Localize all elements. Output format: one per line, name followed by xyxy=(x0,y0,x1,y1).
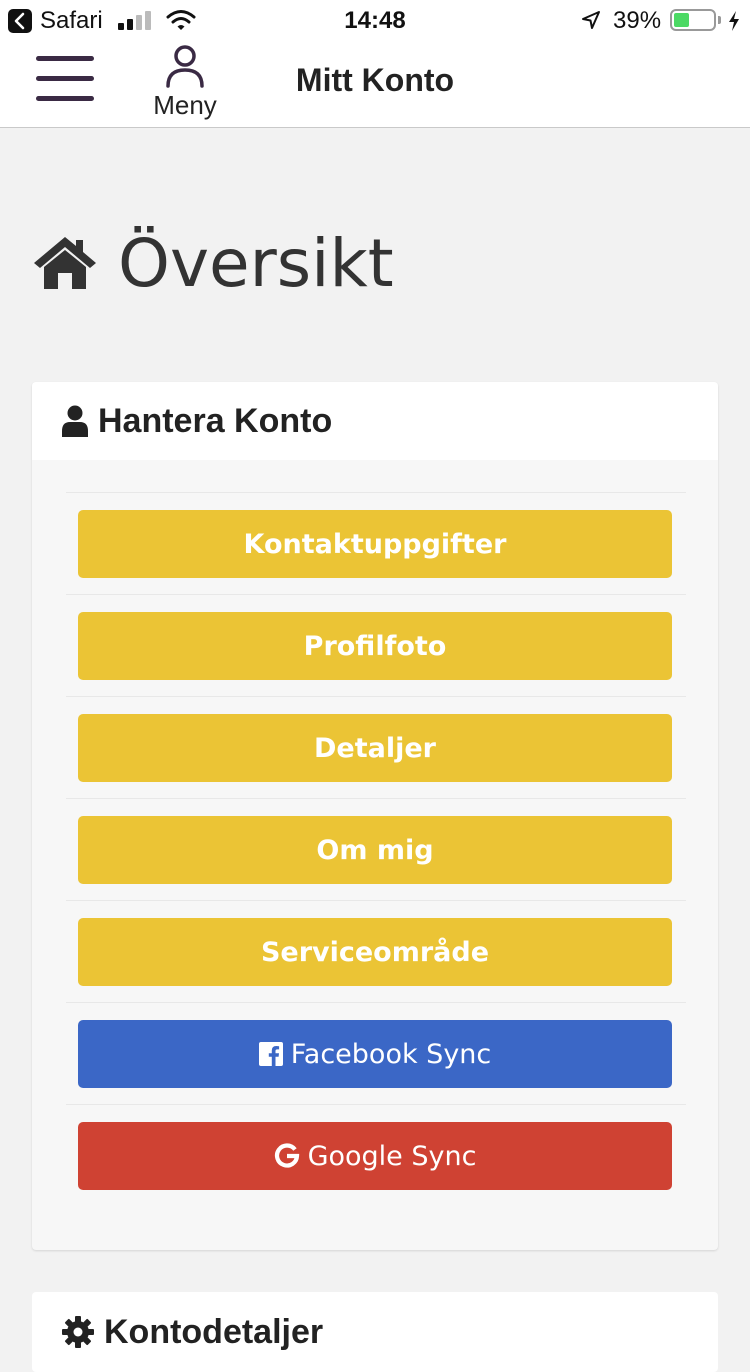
card-header: Hantera Konto xyxy=(32,382,718,460)
profile-photo-button[interactable]: Profilfoto xyxy=(78,612,672,680)
google-sync-button[interactable]: Google Sync xyxy=(78,1122,672,1190)
location-arrow-icon xyxy=(582,11,600,29)
facebook-sync-label: Facebook Sync xyxy=(290,1038,492,1070)
facebook-icon xyxy=(258,1042,283,1066)
google-sync-label: Google Sync xyxy=(307,1140,477,1172)
google-icon xyxy=(274,1143,299,1168)
battery-fill xyxy=(674,13,689,27)
list-item: Serviceområde xyxy=(66,900,686,1002)
list-item: Om mig xyxy=(66,798,686,900)
card-title: Kontodetaljer xyxy=(104,1312,324,1351)
details-button[interactable]: Detaljer xyxy=(78,714,672,782)
list-item: Profilfoto xyxy=(66,594,686,696)
card-title: Hantera Konto xyxy=(98,401,333,440)
battery-icon xyxy=(670,9,716,31)
list-item: Detaljer xyxy=(66,696,686,798)
gear-icon xyxy=(62,1316,94,1348)
charging-bolt-icon xyxy=(729,11,739,31)
nav-bar: Meny Mitt Konto xyxy=(0,40,750,128)
status-bar: Safari 14:48 39% xyxy=(0,0,750,40)
contact-info-button[interactable]: Kontaktuppgifter xyxy=(78,510,672,578)
service-area-button[interactable]: Serviceområde xyxy=(78,918,672,986)
user-icon xyxy=(62,405,88,437)
facebook-sync-button[interactable]: Facebook Sync xyxy=(78,1020,672,1088)
account-details-card: Kontodetaljer xyxy=(32,1292,718,1372)
page-heading: Översikt xyxy=(32,218,394,308)
list-item: Kontaktuppgifter xyxy=(66,492,686,594)
manage-account-card: Hantera Konto Kontaktuppgifter Profilfot… xyxy=(32,382,718,1250)
home-icon xyxy=(34,237,96,289)
list-item: Google Sync xyxy=(66,1104,686,1206)
card-header: Kontodetaljer xyxy=(62,1296,718,1368)
about-me-button[interactable]: Om mig xyxy=(78,816,672,884)
page-title: Översikt xyxy=(118,224,394,302)
battery-percent: 39% xyxy=(613,7,662,34)
nav-title: Mitt Konto xyxy=(295,62,455,98)
battery-cap xyxy=(718,16,721,24)
list-item: Facebook Sync xyxy=(66,1002,686,1104)
account-actions-list: Kontaktuppgifter Profilfoto Detaljer Om … xyxy=(66,492,686,1206)
